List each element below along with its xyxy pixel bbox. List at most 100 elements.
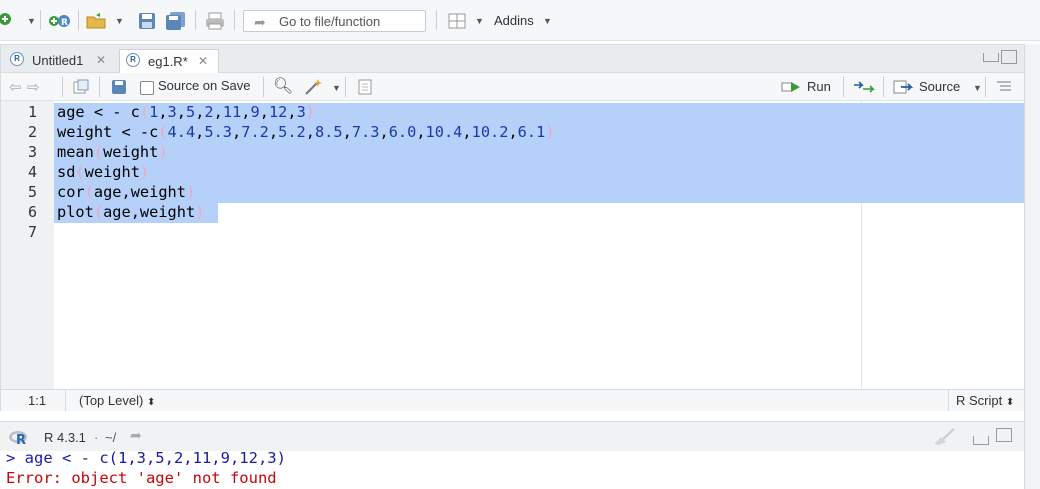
maximize-pane-icon[interactable] (996, 428, 1012, 442)
file-type-selector[interactable]: R Script ⬍ (956, 393, 1014, 408)
code-token: weight (84, 163, 140, 181)
line-number: 1 (27, 103, 37, 121)
tab-label: eg1.R* (148, 54, 188, 69)
line-number: 2 (27, 123, 37, 141)
editor-status-bar: 1:1 (Top Level) ⬍ R Script ⬍ (1, 389, 1025, 412)
open-dropdown-icon[interactable]: ▼ (115, 16, 124, 26)
save-icon[interactable] (138, 12, 156, 30)
code-line[interactable]: age < - c(1,3,5,2,11,9,12,3) (57, 103, 315, 121)
addins-dropdown-icon[interactable]: ▼ (543, 16, 552, 26)
working-directory[interactable]: ~/ (105, 430, 116, 445)
new-file-dropdown-icon[interactable]: ▼ (27, 16, 36, 26)
r-logo-icon: R (8, 429, 30, 448)
code-token: , (259, 103, 269, 121)
bracket: ( (93, 203, 104, 221)
code-token: sd (57, 163, 76, 181)
forward-icon[interactable]: ⇨ (27, 78, 40, 96)
code-token: , (158, 103, 168, 121)
selection-highlight (54, 163, 1024, 183)
minimize-pane-icon[interactable] (983, 53, 999, 62)
code-line[interactable]: sd(weight) (57, 163, 149, 181)
compile-report-icon[interactable] (357, 79, 373, 98)
code-token: weight < -c (57, 123, 159, 141)
go-to-file-placeholder: Go to file/function (279, 14, 381, 29)
go-to-arrow-icon: ➦ (254, 14, 266, 30)
code-token: , (241, 103, 251, 121)
workspace-panes-icon[interactable] (448, 12, 466, 30)
document-outline-icon[interactable] (996, 80, 1012, 97)
bracket: ( (93, 143, 104, 161)
maximize-pane-icon[interactable] (1001, 50, 1017, 64)
numeric-literal: 5.2 (278, 123, 306, 141)
line-number: 3 (27, 143, 37, 161)
numeric-literal: 3 (296, 103, 306, 121)
code-token: plot (57, 203, 94, 221)
source-dropdown-icon[interactable]: ▼ (973, 83, 982, 93)
code-line[interactable]: cor(age,weight) (57, 183, 195, 201)
code-lines[interactable]: 1 age < - c(1,3,5,2,11,9,12,3) 2 weight < -… (1, 101, 1025, 389)
code-token: , (379, 123, 389, 141)
r-version-label: R 4.3.1 (44, 430, 86, 445)
tab-eg1[interactable]: R eg1.R* ✕ (119, 49, 219, 73)
source-on-save-checkbox[interactable] (140, 81, 154, 95)
file-type-label: R Script (956, 393, 1003, 408)
console-line: Error: object 'age' not found (6, 469, 277, 487)
updown-icon: ⬍ (1005, 397, 1015, 408)
close-icon[interactable]: ✕ (198, 54, 208, 68)
numeric-literal: 5 (185, 103, 196, 121)
numeric-literal: 7.3 (351, 123, 380, 141)
code-tools-icon[interactable] (304, 78, 324, 99)
go-to-directory-icon[interactable]: ➦ (130, 427, 142, 444)
scope-selector[interactable]: (Top Level) ⬍ (79, 393, 155, 408)
numeric-literal: 8.5 (314, 123, 343, 141)
r-file-icon: R (126, 53, 140, 67)
search-icon[interactable]: 🔍︎ (273, 76, 293, 96)
updown-icon: ⬍ (146, 397, 156, 408)
go-to-file-input[interactable]: ➦ Go to file/function (243, 10, 426, 32)
addins-menu[interactable]: Addins (494, 13, 534, 28)
clear-console-icon[interactable] (932, 428, 956, 449)
line-number: 6 (27, 203, 37, 221)
print-icon[interactable] (205, 12, 224, 30)
numeric-literal: 12 (268, 103, 288, 121)
source-editor-pane: R Untitled1 ✕ R eg1.R* ✕ ⇦ ⇨ Source on S… (0, 44, 1026, 412)
editor-toolbar: ⇦ ⇨ Source on Save 🔍︎ ▼ Run Source ▼ (1, 73, 1025, 101)
numeric-literal: 2 (204, 103, 214, 121)
close-icon[interactable]: ✕ (96, 53, 106, 67)
code-line[interactable]: weight < -c(4.4,5.3,7.2,5.2,8.5,7.3,6.0,… (57, 123, 555, 141)
bracket: ) (158, 143, 168, 161)
new-project-icon[interactable]: R (48, 12, 70, 30)
code-token: , (342, 123, 352, 141)
code-tools-dropdown-icon[interactable]: ▼ (332, 83, 341, 93)
back-icon[interactable]: ⇦ (9, 78, 22, 96)
save-icon[interactable] (111, 79, 127, 98)
panes-dropdown-icon[interactable]: ▼ (475, 16, 484, 26)
svg-text:R: R (61, 18, 68, 28)
code-token: , (195, 123, 205, 141)
numeric-literal: 11 (222, 103, 242, 121)
cursor-position: 1:1 (28, 393, 47, 408)
save-all-icon[interactable] (165, 12, 185, 30)
console-output[interactable]: > age < - c(1,3,5,2,11,9,12,3) Error: ob… (0, 449, 1024, 489)
numeric-literal: 1 (149, 103, 159, 121)
show-in-window-icon[interactable] (73, 79, 89, 98)
source-on-save-label: Source on Save (158, 78, 251, 93)
code-token: , (213, 103, 223, 121)
code-token: , (305, 123, 315, 141)
bracket: ) (195, 203, 205, 221)
minimize-pane-icon[interactable] (973, 436, 989, 445)
run-label: Run (807, 79, 831, 94)
r-file-icon: R (10, 52, 24, 66)
bracket: ( (84, 183, 94, 201)
numeric-literal: 10.4 (425, 123, 463, 141)
tab-untitled1[interactable]: R Untitled1 ✕ (4, 49, 116, 72)
rerun-icon[interactable] (853, 81, 877, 96)
code-line[interactable]: mean(weight) (57, 143, 168, 161)
pane-splitter[interactable] (0, 411, 1024, 421)
open-file-icon[interactable] (86, 12, 106, 30)
numeric-literal: 3 (167, 103, 177, 121)
code-line[interactable]: plot(age,weight) (57, 203, 204, 221)
bracket: ) (305, 103, 316, 121)
console-line: > age < - c(1,3,5,2,11,9,12,3) (6, 449, 286, 467)
new-file-icon[interactable] (0, 12, 18, 30)
